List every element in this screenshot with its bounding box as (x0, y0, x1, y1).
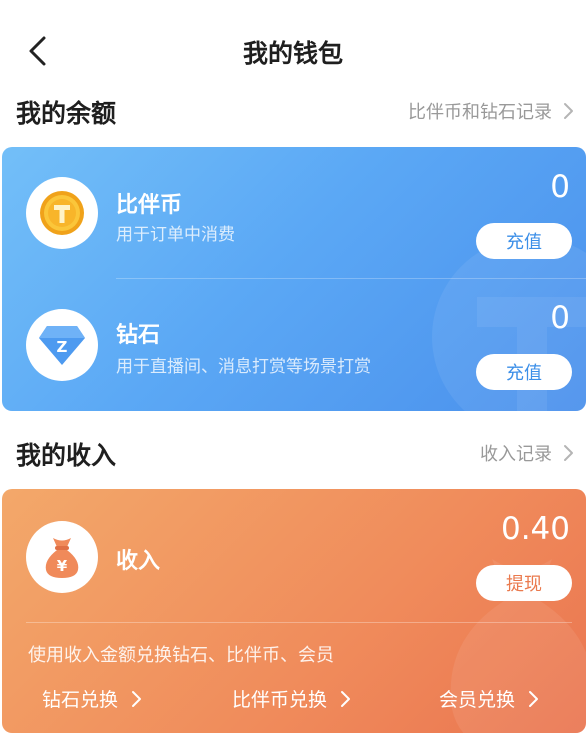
coin-icon (40, 191, 84, 235)
coin-description: 用于订单中消费 (116, 225, 235, 245)
chevron-right-icon (132, 690, 142, 707)
coin-exchange-link[interactable]: 比伴币兑换 (232, 685, 353, 712)
diamond-amount: 0 (550, 300, 570, 336)
income-card: ¥ 收入 0.40 提现 使用收入金额兑换钻石、比伴币、会员 钻石兑换 比伴币兑… (2, 489, 586, 733)
svg-text:¥: ¥ (57, 557, 68, 575)
coin-row: 比伴币 用于订单中消费 0 充值 (2, 147, 586, 277)
income-records-label: 收入记录 (480, 444, 552, 465)
membership-exchange-link[interactable]: 会员兑换 (439, 685, 541, 712)
chevron-right-icon (341, 690, 351, 707)
coin-avatar (26, 177, 98, 249)
coin-exchange-label: 比伴币兑换 (232, 689, 328, 711)
balance-section-header: 我的余额 比伴币和钻石记录 (0, 90, 586, 130)
page-title: 我的钱包 (242, 39, 343, 68)
coin-amount: 0 (550, 169, 570, 205)
income-avatar: ¥ (26, 521, 98, 593)
balance-section-title: 我的余额 (16, 99, 117, 128)
chevron-right-icon (564, 103, 573, 119)
balance-card: 比伴币 用于订单中消费 0 充值 Z 钻石 用于直播间、消息打赏等场景打赏 0 … (2, 147, 586, 411)
diamond-row: Z 钻石 用于直播间、消息打赏等场景打赏 0 充值 (2, 279, 586, 411)
income-section-title: 我的收入 (16, 441, 117, 470)
chevron-right-icon (564, 445, 573, 461)
diamond-recharge-button[interactable]: 充值 (476, 354, 572, 390)
diamond-exchange-label: 钻石兑换 (42, 689, 119, 711)
diamond-letter: Z (57, 338, 68, 356)
chevron-right-icon (529, 690, 539, 707)
diamond-icon: Z (39, 326, 85, 365)
income-records-link[interactable]: 收入记录 (480, 440, 576, 466)
income-label: 收入 (116, 549, 161, 574)
diamond-name: 钻石 (116, 323, 161, 348)
income-section-header: 我的收入 收入记录 (0, 432, 586, 472)
diamond-exchange-link[interactable]: 钻石兑换 (42, 685, 144, 712)
diamond-description: 用于直播间、消息打赏等场景打赏 (116, 357, 371, 377)
coin-recharge-button[interactable]: 充值 (476, 223, 572, 259)
diamond-avatar: Z (26, 309, 98, 381)
records-link-label: 比伴币和钻石记录 (408, 102, 552, 123)
membership-exchange-label: 会员兑换 (439, 689, 516, 711)
coin-diamond-records-link[interactable]: 比伴币和钻石记录 (408, 98, 576, 124)
withdraw-button[interactable]: 提现 (476, 565, 572, 601)
income-amount: 0.40 (500, 511, 570, 547)
income-divider (26, 622, 572, 623)
exchange-note: 使用收入金额兑换钻石、比伴币、会员 (28, 645, 334, 666)
money-bag-icon: ¥ (45, 538, 79, 578)
nav-bar: 我的钱包 (0, 0, 586, 100)
coin-name: 比伴币 (116, 193, 183, 218)
